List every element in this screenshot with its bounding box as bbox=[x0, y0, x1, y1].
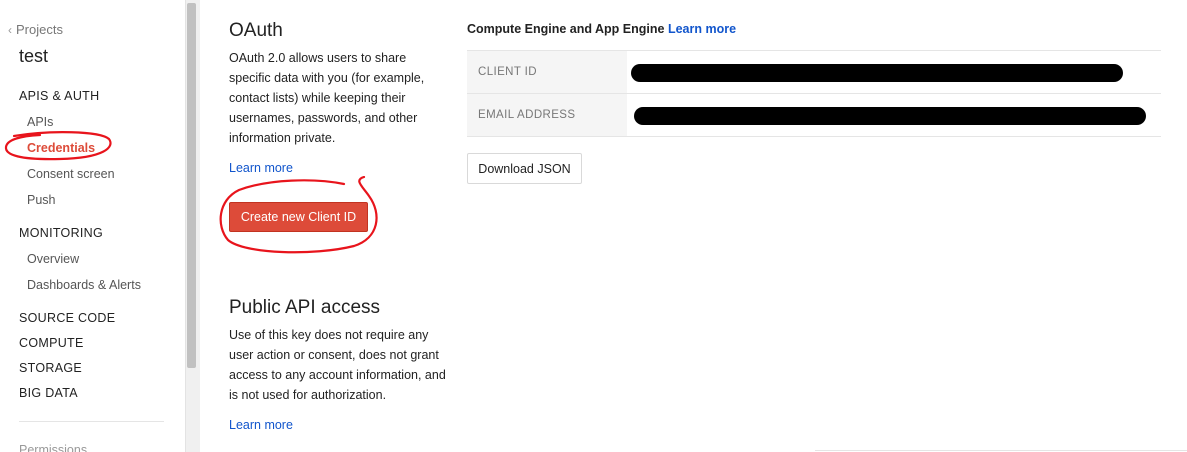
client-id-value-redacted[interactable] bbox=[627, 51, 1161, 93]
back-to-projects-link[interactable]: ‹ Projects bbox=[8, 22, 63, 37]
nav-section-compute[interactable]: COMPUTE bbox=[19, 336, 84, 350]
sidebar-item-overview[interactable]: Overview bbox=[27, 252, 79, 266]
sidebar-divider bbox=[19, 421, 164, 422]
redaction-mark bbox=[631, 64, 1123, 82]
email-address-value-redacted[interactable] bbox=[627, 94, 1161, 136]
email-address-label: EMAIL ADDRESS bbox=[467, 94, 627, 136]
nav-section-monitoring[interactable]: MONITORING bbox=[19, 226, 103, 240]
main-content: OAuth OAuth 2.0 allows users to share sp… bbox=[200, 0, 1187, 452]
credentials-panel-title: Compute Engine and App Engine Learn more bbox=[467, 22, 736, 36]
public-api-learn-more-link[interactable]: Learn more bbox=[229, 418, 293, 432]
download-json-button[interactable]: Download JSON bbox=[467, 153, 582, 184]
sidebar-item-apis[interactable]: APIs bbox=[27, 115, 53, 129]
sidebar-item-dashboards-alerts[interactable]: Dashboards & Alerts bbox=[27, 278, 141, 292]
public-api-description: Use of this key does not require any use… bbox=[229, 328, 446, 402]
table-row-client-id: CLIENT ID bbox=[467, 51, 1161, 94]
credentials-panel-learn-more-link[interactable]: Learn more bbox=[668, 22, 736, 36]
project-name: test bbox=[19, 46, 49, 66]
client-id-label: CLIENT ID bbox=[467, 51, 627, 93]
credentials-panel-heading: Compute Engine and App Engine bbox=[467, 22, 665, 36]
oauth-description: OAuth 2.0 allows users to share specific… bbox=[229, 51, 425, 145]
oauth-title: OAuth bbox=[229, 20, 283, 41]
oauth-learn-more-link[interactable]: Learn more bbox=[229, 161, 293, 175]
sidebar: ‹ Projects test APIS & AUTH APIs Credent… bbox=[0, 0, 185, 452]
chevron-left-icon: ‹ bbox=[8, 22, 12, 37]
sidebar-item-consent-screen[interactable]: Consent screen bbox=[27, 167, 115, 181]
nav-section-apis-auth[interactable]: APIS & AUTH bbox=[19, 89, 99, 103]
sidebar-item-permissions[interactable]: Permissions bbox=[19, 443, 87, 452]
nav-section-source-code[interactable]: SOURCE CODE bbox=[19, 311, 115, 325]
sidebar-item-credentials[interactable]: Credentials bbox=[27, 141, 95, 155]
sidebar-scrollbar-thumb[interactable] bbox=[187, 3, 196, 368]
redaction-mark bbox=[634, 107, 1146, 125]
nav-section-storage[interactable]: STORAGE bbox=[19, 361, 82, 375]
credentials-table: CLIENT ID EMAIL ADDRESS bbox=[467, 50, 1161, 137]
create-client-id-button[interactable]: Create new Client ID bbox=[229, 202, 368, 232]
public-api-title: Public API access bbox=[229, 297, 381, 318]
back-link-label: Projects bbox=[16, 22, 63, 37]
divider bbox=[815, 450, 1187, 451]
table-row-email-address: EMAIL ADDRESS bbox=[467, 94, 1161, 137]
sidebar-item-push[interactable]: Push bbox=[27, 193, 56, 207]
nav-section-big-data[interactable]: BIG DATA bbox=[19, 386, 78, 400]
